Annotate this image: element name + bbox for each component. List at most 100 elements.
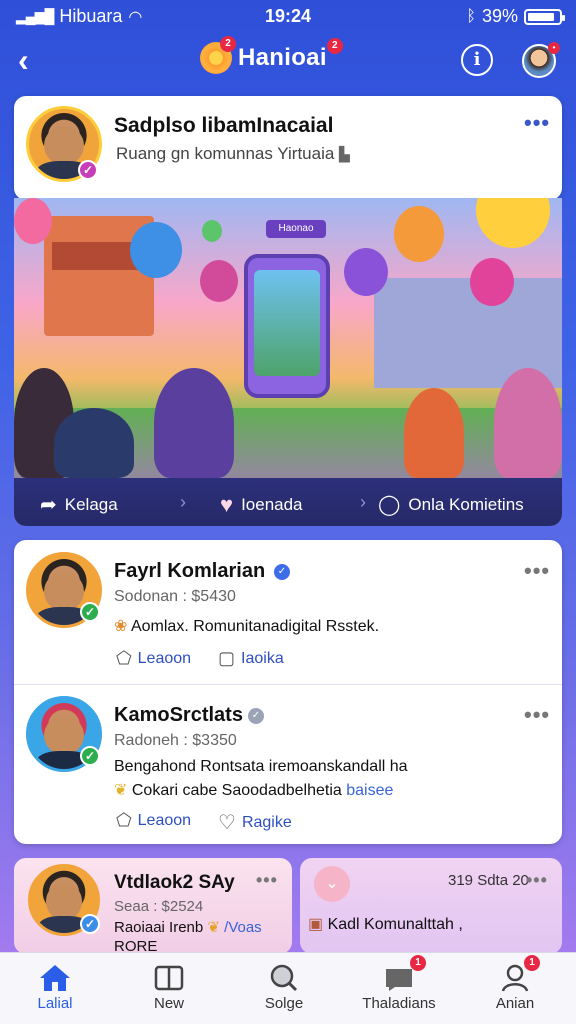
- verified-check-icon: ✓: [78, 160, 98, 180]
- person-figure: [154, 368, 234, 478]
- bottom-tab-bar: Lalial New Solge 1 Thaladians 1 Anian: [0, 952, 576, 1024]
- more-options-button[interactable]: •••: [524, 110, 550, 136]
- avatar-face: [44, 125, 84, 165]
- home-icon: [0, 961, 110, 995]
- comment-text-body: Aomlax. Romunitanadigital Rsstek.: [130, 618, 380, 635]
- tab-new[interactable]: New: [114, 961, 224, 1012]
- comment-action-label: Iaoika: [241, 649, 284, 667]
- feed-divider: [14, 684, 562, 685]
- comment-button[interactable]: ◯ Onla Komietins: [378, 492, 524, 517]
- commenter-name[interactable]: Fayrl Komlarian: [114, 560, 265, 583]
- hero-sign: Haonao: [266, 220, 326, 238]
- battery-icon: [524, 8, 565, 25]
- heart-outline-icon: ♡: [218, 812, 236, 834]
- share-icon: ➦: [40, 494, 57, 516]
- comment-label: Onla Komietins: [408, 494, 524, 514]
- verified-badge-icon: ✓: [248, 708, 264, 724]
- book-icon: [114, 961, 224, 995]
- phone-illustration: [244, 254, 330, 398]
- reply-icon: ⬠: [116, 648, 132, 668]
- like-button[interactable]: ♥ Ioenada: [220, 492, 303, 518]
- emoji-icon: ❀: [114, 618, 128, 635]
- event-card[interactable]: ⌄ 319 Sdta 20 ••• ▣ Kadl Komunalttah ,: [300, 858, 562, 954]
- tab-home[interactable]: Lalial: [0, 961, 110, 1012]
- profile-icon: 1: [460, 955, 570, 995]
- like-label: Ragike: [241, 813, 292, 831]
- more-options-button[interactable]: •••: [524, 702, 550, 728]
- like-button[interactable]: ♡ Ragike: [218, 810, 292, 835]
- logo-badge: 2: [220, 36, 236, 52]
- suggested-text-body: Raoiaai Irenb: [114, 919, 204, 936]
- info-icon: i: [473, 49, 481, 70]
- more-options-button[interactable]: •••: [524, 558, 550, 584]
- person-figure: [54, 408, 134, 478]
- phone-screen: [254, 270, 320, 376]
- avatar-face: [44, 715, 84, 755]
- profile-badge: 1: [524, 955, 540, 971]
- comment-action-button[interactable]: ▢ Iaoika: [218, 648, 284, 669]
- tab-profile[interactable]: 1 Anian: [460, 955, 570, 1012]
- event-meta: 319 Sdta 20: [448, 872, 529, 889]
- reply-button[interactable]: ⬠ Leaoon: [116, 648, 191, 669]
- post-subtitle-text: Ruang gn komunnas Yirtuaia: [116, 144, 335, 163]
- like-label: Ioenada: [241, 495, 303, 514]
- comment-text2-body: Cokari cabe Saoodadbelhetia: [131, 782, 342, 799]
- person-figure: [404, 388, 464, 478]
- suggested-name: Vtdlaok2 SAy: [114, 872, 235, 893]
- comment-link[interactable]: baisee: [346, 782, 393, 799]
- post-author-name[interactable]: Sadplso libamInacaial: [114, 114, 333, 138]
- status-bar: ▂▄▆█ Hibuara ◠ 19:24 ᛒ 39%: [0, 0, 576, 34]
- reply-label: Leaoon: [137, 649, 192, 667]
- share-label: Kelaga: [64, 494, 118, 514]
- search-icon: [229, 961, 339, 995]
- message-icon: 1: [344, 955, 454, 995]
- more-options-button[interactable]: •••: [526, 870, 548, 891]
- chat-icon: ▢: [218, 648, 236, 668]
- person-figure: [494, 368, 562, 478]
- event-text: ▣ Kadl Komunalttah ,: [308, 914, 463, 934]
- reply-button[interactable]: ⬠ Leaoon: [116, 810, 191, 831]
- back-button[interactable]: ‹: [18, 44, 29, 76]
- tab-messages-label: Thaladians: [362, 995, 436, 1012]
- commenter-name[interactable]: KamoSrctlats: [114, 704, 243, 727]
- suggested-text: Raoiaai Irenb ❦ /Voas: [114, 918, 262, 936]
- reply-label: Leaoon: [137, 811, 192, 829]
- info-button[interactable]: i: [461, 44, 493, 76]
- balloon-icon: [344, 248, 388, 296]
- app-bar: ‹ 2 Hanioai 2 i •: [0, 34, 576, 90]
- flag-icon: ▙: [339, 146, 350, 162]
- comment-text-line2: ❦ Cokari cabe Saoodadbelhetia baisee: [114, 780, 393, 800]
- balloon-icon: [476, 198, 550, 248]
- post-header-card: ✓ Sadplso libamInacaial Ruang gn komunna…: [14, 96, 562, 200]
- tab-search[interactable]: Solge: [229, 961, 339, 1012]
- brand: 2 Hanioai 2: [200, 36, 349, 74]
- feed-item: ✓ Fayrl Komlarian ✓ ••• Sodonan : $5430 …: [14, 540, 562, 684]
- comment-text: Bengahond Rontsata iremoanskandall ha: [114, 758, 408, 775]
- verified-badge-icon: ✓: [274, 564, 290, 580]
- heart-icon: ♥: [220, 492, 234, 517]
- post-hero-image[interactable]: Haonao ➦ Kelaga › ♥ Ioenada › ◯ Onla Kom…: [14, 198, 562, 526]
- title-badge: 2: [326, 38, 343, 54]
- chevron-down-icon[interactable]: ⌄: [314, 866, 350, 902]
- avatar-badge: •: [548, 42, 560, 54]
- emoji-icon: ❦: [114, 782, 128, 799]
- battery-percent: 39%: [481, 6, 518, 26]
- bluetooth-icon: ᛒ: [466, 7, 476, 25]
- share-button[interactable]: ➦ Kelaga: [40, 492, 118, 517]
- verified-check-icon: ✓: [80, 746, 100, 766]
- action-separator: ›: [180, 492, 186, 512]
- balloon-icon: [470, 258, 514, 306]
- balloon-icon: [130, 222, 182, 278]
- page-title: Hanioai: [238, 44, 327, 71]
- avatar-face: [44, 571, 84, 611]
- more-options-button[interactable]: •••: [256, 870, 278, 891]
- tab-profile-label: Anian: [495, 995, 535, 1012]
- suggested-card[interactable]: ✓ Vtdlaok2 SAy ••• Seaa : $2524 Raoiaai …: [14, 858, 292, 954]
- flower-logo-icon: 2: [200, 36, 236, 74]
- commenter-meta: Sodonan : $5430: [114, 588, 236, 605]
- tab-messages[interactable]: 1 Thaladians: [344, 955, 454, 1012]
- post-actions: ➦ Kelaga › ♥ Ioenada › ◯ Onla Komietins: [14, 478, 562, 526]
- profile-avatar[interactable]: •: [522, 42, 560, 78]
- suggested-text-tail: /Voas: [224, 919, 262, 936]
- suggested-meta: Seaa : $2524: [114, 898, 204, 915]
